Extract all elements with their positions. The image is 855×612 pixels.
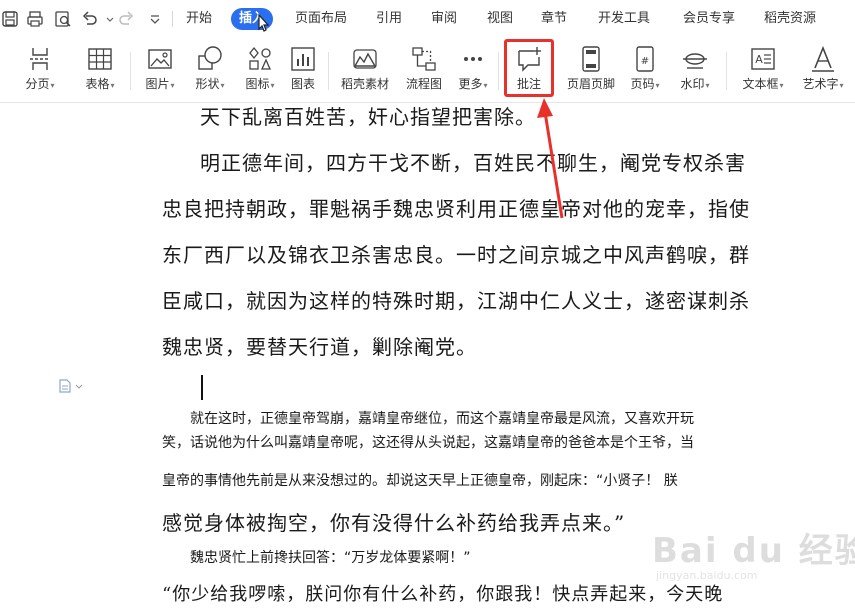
- document-page[interactable]: 天下乱离百姓苦，奸心指望把害除。 明正德年间，四方干戈不断，百姓民不聊生，阉党专…: [0, 103, 855, 612]
- tab-review[interactable]: 审阅: [431, 10, 457, 28]
- docer-material-label: 稻壳素材: [340, 77, 389, 91]
- text-cursor: [201, 375, 203, 400]
- watermark-icon: [680, 44, 710, 74]
- textbox-label: 文本框: [742, 77, 779, 91]
- material-icon: [350, 44, 380, 74]
- doc-line: 魏忠贤，要替天行道，剿除阉党。: [162, 335, 477, 359]
- print-icon[interactable]: [25, 9, 45, 29]
- table-icon: [85, 44, 115, 74]
- flowchart-label: 流程图: [405, 77, 442, 91]
- tab-docer-resources[interactable]: 稻壳资源: [764, 10, 816, 28]
- watermark-label: 水印: [680, 77, 705, 91]
- chart-icon: [288, 44, 318, 74]
- picture-icon: [145, 44, 175, 74]
- doc-line: “你少给我啰嗦，朕问你有什么补药，你跟我！快点弄起来，今天晚: [162, 584, 724, 605]
- tab-member[interactable]: 会员专享: [683, 10, 735, 28]
- watermark-text: Bai du 经验: [652, 531, 855, 571]
- ribbon-separator: [726, 52, 727, 90]
- header-footer-icon: [576, 44, 606, 74]
- undo-dropdown-icon[interactable]: [100, 9, 114, 29]
- menu-separator: [172, 11, 173, 27]
- doc-line: 忠良把持朝政，罪魁祸手魏忠贤利用正德皇帝对他的宠幸，指使: [162, 197, 750, 221]
- page-number-icon: #: [630, 44, 660, 74]
- chart-button[interactable]: 图表: [285, 44, 321, 98]
- table-label: 表格: [85, 77, 110, 91]
- shape-icon: [195, 44, 225, 74]
- doc-line: 魏忠贤忙上前搀扶回答：“万岁龙体要紧啊！”: [190, 550, 471, 566]
- flowchart-icon: [409, 44, 439, 74]
- print-preview-icon[interactable]: [53, 9, 73, 29]
- header-footer-button[interactable]: 页眉页脚: [562, 44, 620, 98]
- watermark-button[interactable]: 水印▾: [674, 44, 716, 98]
- tab-section[interactable]: 章节: [541, 10, 567, 28]
- baidu-watermark: Bai du 经验 jingyan.baidu.com: [652, 523, 855, 603]
- page-break-icon: [25, 44, 55, 74]
- icon-library-icon: [245, 44, 275, 74]
- flowchart-button[interactable]: 流程图: [402, 44, 446, 98]
- doc-line: 臣咸口，就因为这样的特殊时期，江湖中仁人义士，遂密谋刺杀: [162, 289, 750, 313]
- save-icon[interactable]: [0, 9, 20, 29]
- page-break-button[interactable]: 分页▾: [20, 44, 60, 98]
- doc-line: 笑，话说他为什么叫嘉靖皇帝呢，这还得从头说起，这嘉靖皇帝的爸爸本是个王爷，当: [162, 435, 694, 451]
- more-label: 更多: [458, 77, 483, 91]
- ribbon-separator: [498, 52, 499, 90]
- svg-text:#: #: [641, 56, 649, 67]
- chart-label: 图表: [290, 77, 315, 91]
- docer-material-button[interactable]: 稻壳素材: [336, 44, 394, 98]
- shape-button[interactable]: 形状▾: [190, 44, 230, 98]
- tab-developer[interactable]: 开发工具: [598, 10, 650, 28]
- textbox-button[interactable]: A 文本框▾: [736, 44, 790, 98]
- table-button[interactable]: 表格▾: [80, 44, 120, 98]
- tab-page-layout[interactable]: 页面布局: [295, 10, 347, 28]
- header-footer-label: 页眉页脚: [566, 77, 615, 91]
- doc-line: 感觉身体被掏空，你有没得什么补药给我弄点来。”: [162, 511, 626, 535]
- wordart-label: 艺术字: [802, 77, 839, 91]
- picture-label: 图片: [145, 77, 170, 91]
- doc-line: 皇帝的事情他先前是从来没想过的。却说这天早上正德皇帝，刚起床：“小贤子！ 朕: [162, 473, 678, 489]
- more-button[interactable]: 更多▾: [452, 44, 494, 98]
- mouse-pointer-icon: [258, 13, 270, 32]
- watermark-subtext: jingyan.baidu.com: [656, 569, 758, 582]
- ribbon-separator: [328, 52, 329, 90]
- doc-line: 天下乱离百姓苦，奸心指望把害除。: [200, 105, 536, 129]
- undo-icon[interactable]: [80, 9, 100, 29]
- doc-line: 东厂西厂以及锦衣卫杀害忠良。一时之间京城之中风声鹤唳，群: [162, 243, 750, 267]
- page-number-label: 页码: [630, 77, 655, 91]
- wordart-icon: [808, 44, 838, 74]
- page-number-button[interactable]: # 页码▾: [626, 44, 664, 98]
- page-break-label: 分页: [25, 77, 50, 91]
- comment-highlight-box: [504, 39, 554, 97]
- ribbon-toolbar: 分页▾ 表格▾ 图片▾ 形状▾ 图标▾ 图表 稻壳素材 流程图 更多▾ 批注 页…: [0, 38, 855, 103]
- ribbon-separator: [130, 52, 131, 90]
- menu-bar: 开始 插入 页面布局 引用 审阅 视图 章节 开发工具 会员专享 稻壳资源: [0, 0, 855, 38]
- customize-toolbar-icon[interactable]: [145, 9, 165, 29]
- doc-line: 明正德年间，四方干戈不断，百姓民不聊生，阉党专权杀害: [200, 151, 746, 175]
- tab-reference[interactable]: 引用: [376, 10, 402, 28]
- icon-library-label: 图标: [245, 77, 270, 91]
- icon-library-button[interactable]: 图标▾: [240, 44, 280, 98]
- wordart-button[interactable]: 艺术字▾: [798, 44, 848, 98]
- doc-line: 就在这时，正德皇帝驾崩，嘉靖皇帝继位，而这个嘉靖皇帝最是风流，又喜欢开玩: [190, 411, 694, 427]
- picture-button[interactable]: 图片▾: [140, 44, 180, 98]
- more-icon: [458, 44, 488, 74]
- paragraph-layout-icon[interactable]: [58, 378, 86, 394]
- svg-text:A: A: [755, 53, 763, 66]
- redo-icon[interactable]: [116, 9, 136, 29]
- tab-view[interactable]: 视图: [487, 10, 513, 28]
- textbox-icon: A: [748, 44, 778, 74]
- tab-home[interactable]: 开始: [186, 10, 212, 28]
- shape-label: 形状: [195, 77, 220, 91]
